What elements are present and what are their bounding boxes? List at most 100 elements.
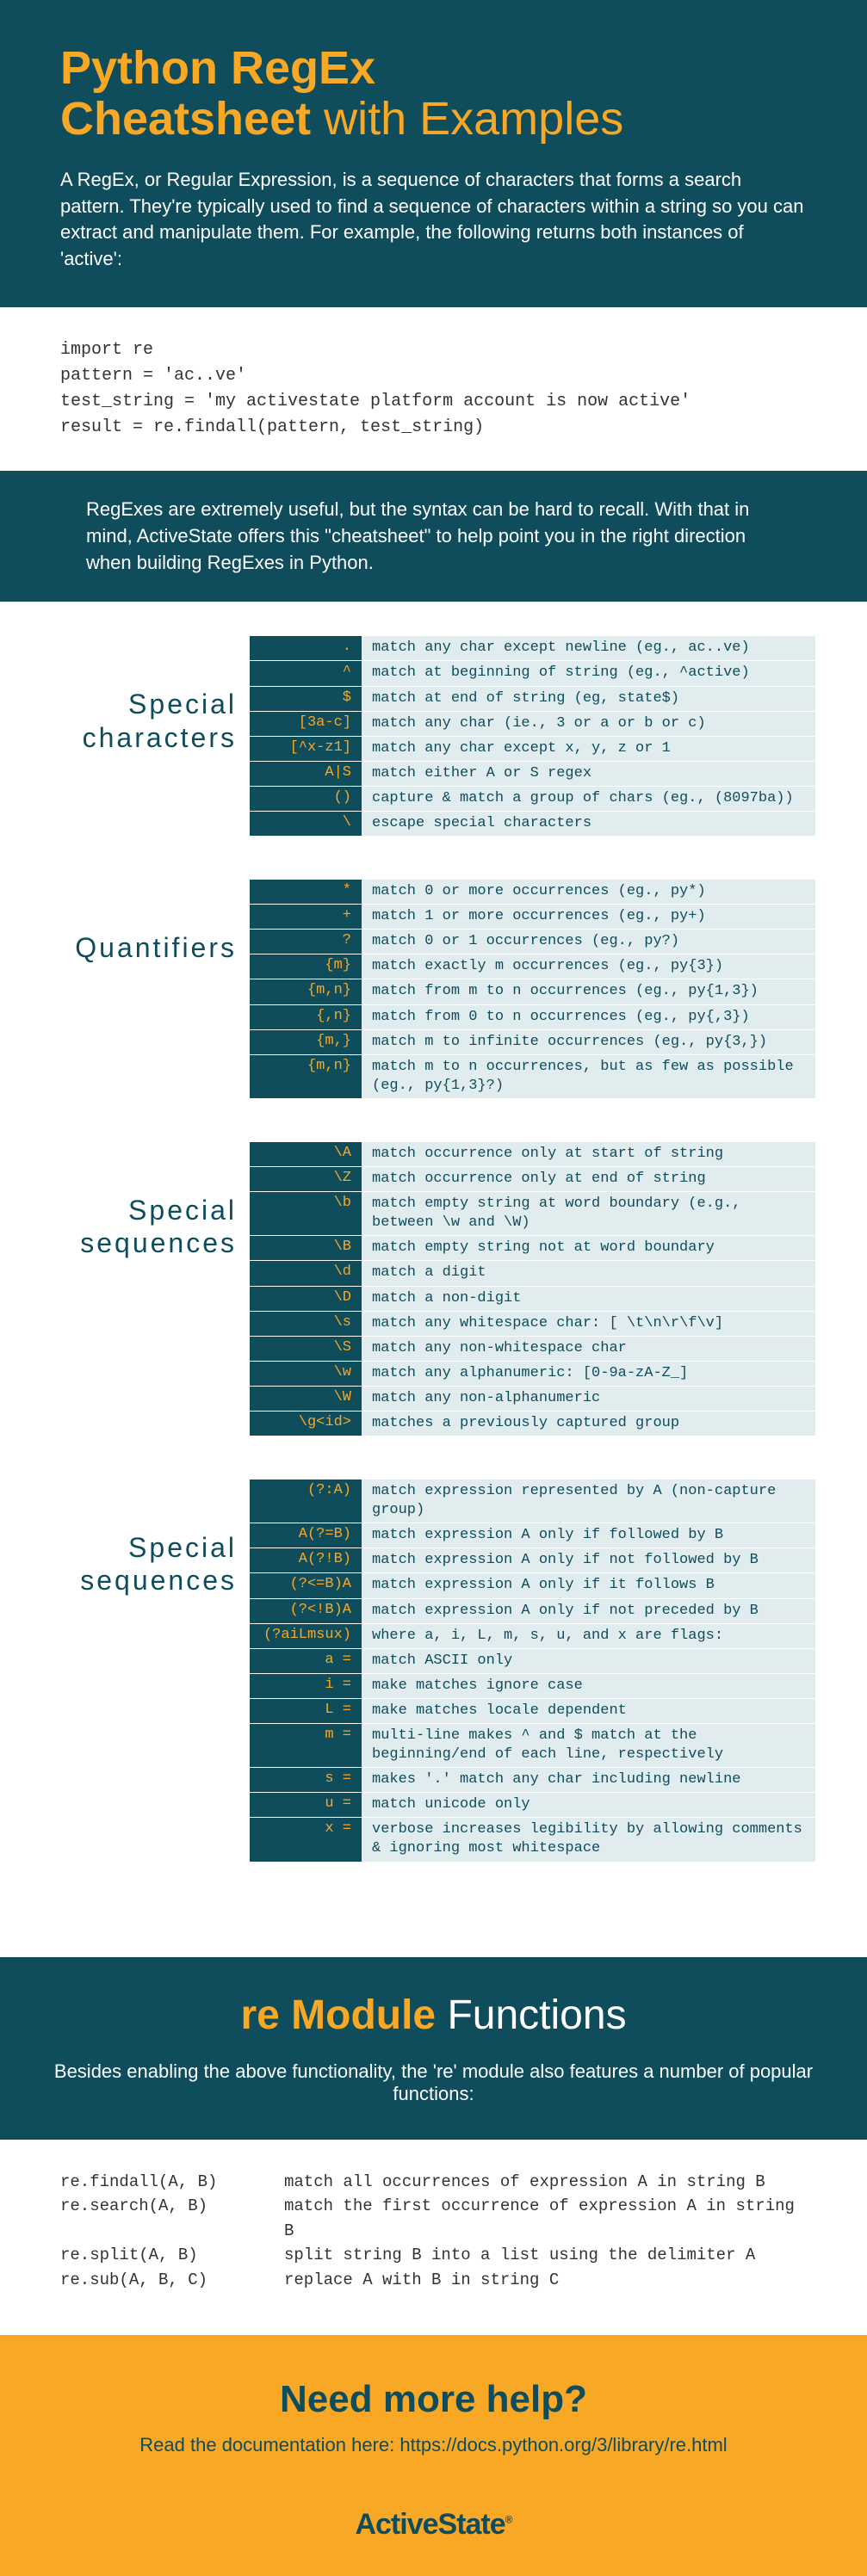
symbol-cell: L = bbox=[250, 1699, 362, 1723]
desc-cell: match m to n occurrences, but as few as … bbox=[362, 1055, 815, 1098]
symbol-cell: ? bbox=[250, 930, 362, 954]
table-label: Special characters bbox=[52, 636, 250, 754]
desc-cell: match 1 or more occurrences (eg., py+) bbox=[362, 905, 815, 929]
function-desc: match the first occurrence of expression… bbox=[284, 2194, 807, 2243]
table-row: {m}match exactly m occurrences (eg., py{… bbox=[250, 954, 815, 979]
desc-cell: makes '.' match any char including newli… bbox=[362, 1768, 815, 1792]
table-row: i =make matches ignore case bbox=[250, 1674, 815, 1699]
table-section: Special sequences(?:A)match expression r… bbox=[52, 1480, 815, 1863]
functions-block: re.findall(A, B)match all occurrences of… bbox=[0, 2140, 867, 2336]
table-row: (?<=B)A match expression A only if it fo… bbox=[250, 1573, 815, 1598]
symbol-cell: A(?=B) bbox=[250, 1523, 362, 1547]
table-row: [^x-z1]match any char except x, y, z or … bbox=[250, 737, 815, 762]
module-hero: re Module Functions Besides enabling the… bbox=[0, 1957, 867, 2140]
footer-text: Read the documentation here: https://doc… bbox=[52, 2434, 815, 2456]
function-name: re.split(A, B) bbox=[60, 2243, 284, 2268]
title-bold: Cheatsheet bbox=[60, 93, 311, 145]
desc-cell: match expression A only if not preceded … bbox=[362, 1599, 815, 1623]
module-title-thin: Functions bbox=[436, 1992, 626, 2038]
module-intro: Besides enabling the above functionality… bbox=[52, 2060, 815, 2105]
table-row: s =makes '.' match any char including ne… bbox=[250, 1768, 815, 1793]
symbol-cell: A|S bbox=[250, 762, 362, 786]
symbol-cell: i = bbox=[250, 1674, 362, 1698]
table-row: {,n}match from 0 to n occurrences (eg., … bbox=[250, 1005, 815, 1030]
desc-cell: match any whitespace char: [ \t\n\r\f\v] bbox=[362, 1312, 815, 1336]
desc-cell: match a non-digit bbox=[362, 1287, 815, 1311]
tables-container: Special characters.match any char except… bbox=[0, 602, 867, 1956]
desc-cell: match either A or S regex bbox=[362, 762, 815, 786]
table-row: \escape special characters bbox=[250, 812, 815, 837]
desc-cell: match at end of string (eg, state$) bbox=[362, 687, 815, 711]
module-title: re Module Functions bbox=[52, 1992, 815, 2039]
title-line1: Python RegEx bbox=[60, 42, 375, 94]
table-row: \Dmatch a non-digit bbox=[250, 1287, 815, 1312]
desc-cell: match expression A only if not followed … bbox=[362, 1548, 815, 1572]
table-row: m =multi-line makes ^ and $ match at the… bbox=[250, 1724, 815, 1768]
desc-cell: match 0 or more occurrences (eg., py*) bbox=[362, 880, 815, 904]
code-example: import re pattern = 'ac..ve' test_string… bbox=[0, 307, 867, 471]
symbol-cell: \Z bbox=[250, 1167, 362, 1191]
symbol-cell: (?aiLmsux) bbox=[250, 1624, 362, 1648]
desc-cell: match a digit bbox=[362, 1261, 815, 1285]
symbol-cell: x = bbox=[250, 1818, 362, 1861]
symbol-cell: [3a-c] bbox=[250, 712, 362, 736]
function-row: re.split(A, B)split string B into a list… bbox=[60, 2243, 807, 2268]
table-row: \Smatch any non-whitespace char bbox=[250, 1337, 815, 1362]
desc-cell: match at beginning of string (eg., ^acti… bbox=[362, 661, 815, 685]
brand-logo: ActiveState® bbox=[52, 2508, 815, 2542]
table-row: \Amatch occurrence only at start of stri… bbox=[250, 1142, 815, 1167]
function-row: re.search(A, B)match the first occurrenc… bbox=[60, 2194, 807, 2243]
symbol-cell: m = bbox=[250, 1724, 362, 1767]
note-text: RegExes are extremely useful, but the sy… bbox=[0, 471, 867, 602]
table-row: x =verbose increases legibility by allow… bbox=[250, 1818, 815, 1862]
desc-cell: match any char (ie., 3 or a or b or c) bbox=[362, 712, 815, 736]
table-body: .match any char except newline (eg., ac.… bbox=[250, 636, 815, 837]
table-section: Special sequences\Amatch occurrence only… bbox=[52, 1142, 815, 1436]
table-row: L =make matches locale dependent bbox=[250, 1699, 815, 1724]
desc-cell: matches a previously captured group bbox=[362, 1412, 815, 1436]
table-row: *match 0 or more occurrences (eg., py*) bbox=[250, 880, 815, 905]
desc-cell: match expression A only if followed by B bbox=[362, 1523, 815, 1547]
symbol-cell: . bbox=[250, 636, 362, 660]
symbol-cell: {,n} bbox=[250, 1005, 362, 1029]
symbol-cell: \w bbox=[250, 1362, 362, 1386]
table-row: ?match 0 or 1 occurrences (eg., py?) bbox=[250, 930, 815, 954]
table-row: (?aiLmsux)where a, i, L, m, s, u, and x … bbox=[250, 1624, 815, 1649]
symbol-cell: A(?!B) bbox=[250, 1548, 362, 1572]
hero: Python RegEx Cheatsheet with Examples A … bbox=[0, 0, 867, 307]
symbol-cell: \g<id> bbox=[250, 1412, 362, 1436]
intro-text: A RegEx, or Regular Expression, is a seq… bbox=[60, 167, 807, 273]
desc-cell: match occurrence only at end of string bbox=[362, 1167, 815, 1191]
function-name: re.findall(A, B) bbox=[60, 2170, 284, 2195]
function-row: re.findall(A, B)match all occurrences of… bbox=[60, 2170, 807, 2195]
symbol-cell: [^x-z1] bbox=[250, 737, 362, 761]
table-row: {m,n}match from m to n occurrences (eg.,… bbox=[250, 979, 815, 1004]
desc-cell: match any non-alphanumeric bbox=[362, 1387, 815, 1411]
desc-cell: where a, i, L, m, s, u, and x are flags: bbox=[362, 1624, 815, 1648]
desc-cell: match m to infinite occurrences (eg., py… bbox=[362, 1030, 815, 1054]
page-title: Python RegEx Cheatsheet with Examples bbox=[60, 43, 807, 145]
table-row: A|Smatch either A or S regex bbox=[250, 762, 815, 787]
title-thin: with Examples bbox=[311, 93, 623, 145]
function-name: re.search(A, B) bbox=[60, 2194, 284, 2243]
desc-cell: capture & match a group of chars (eg., (… bbox=[362, 787, 815, 811]
symbol-cell: u = bbox=[250, 1793, 362, 1817]
desc-cell: match occurrence only at start of string bbox=[362, 1142, 815, 1166]
desc-cell: match exactly m occurrences (eg., py{3}) bbox=[362, 954, 815, 979]
table-row: \Wmatch any non-alphanumeric bbox=[250, 1387, 815, 1412]
symbol-cell: () bbox=[250, 787, 362, 811]
symbol-cell: + bbox=[250, 905, 362, 929]
function-desc: match all occurrences of expression A in… bbox=[284, 2170, 807, 2195]
symbol-cell: \b bbox=[250, 1192, 362, 1235]
symbol-cell: (?:A) bbox=[250, 1480, 362, 1523]
symbol-cell: ^ bbox=[250, 661, 362, 685]
table-row: {m,}match m to infinite occurrences (eg.… bbox=[250, 1030, 815, 1055]
symbol-cell: $ bbox=[250, 687, 362, 711]
desc-cell: match from m to n occurrences (eg., py{1… bbox=[362, 979, 815, 1004]
symbol-cell: \W bbox=[250, 1387, 362, 1411]
desc-cell: match expression represented by A (non-c… bbox=[362, 1480, 815, 1523]
desc-cell: match ASCII only bbox=[362, 1649, 815, 1673]
table-row: \wmatch any alphanumeric: [0-9a-zA-Z_] bbox=[250, 1362, 815, 1387]
table-row: +match 1 or more occurrences (eg., py+) bbox=[250, 905, 815, 930]
table-body: *match 0 or more occurrences (eg., py*)+… bbox=[250, 880, 815, 1099]
